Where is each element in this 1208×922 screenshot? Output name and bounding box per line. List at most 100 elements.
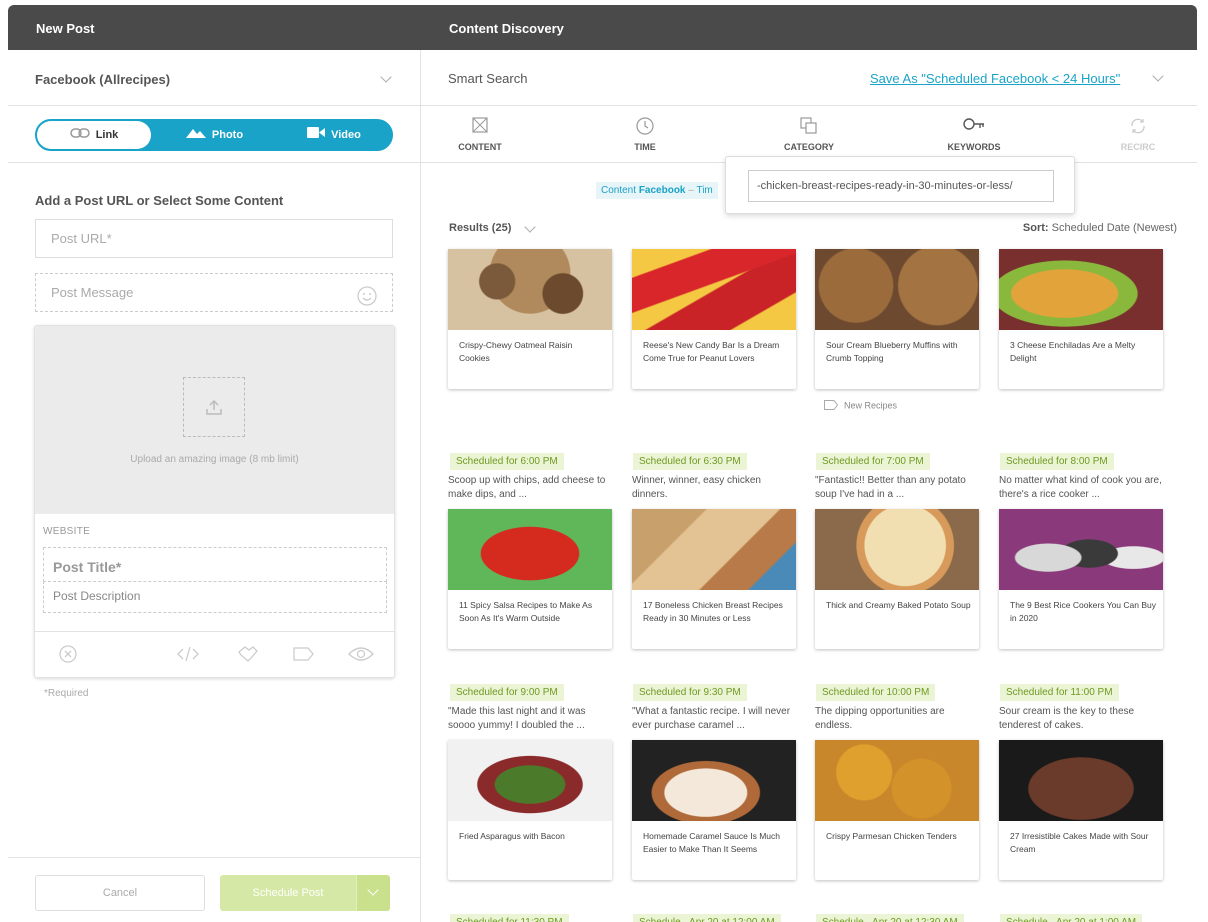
post-title-placeholder: Post Title*	[53, 559, 122, 575]
clock-icon	[605, 117, 685, 137]
emoji-icon[interactable]	[357, 283, 377, 321]
section-title: Add a Post URL or Select Some Content	[35, 193, 284, 208]
chevron-down-icon	[524, 221, 536, 233]
filter-content-label: CONTENT	[458, 142, 502, 152]
chip-time-label: Tim	[696, 185, 713, 196]
filter-time-label: TIME	[634, 142, 656, 152]
category-tag-label: New Recipes	[844, 400, 898, 411]
category-icon	[769, 117, 849, 137]
photo-label: Photo	[211, 129, 244, 141]
post-message-placeholder: Post Message	[51, 285, 134, 300]
post-message-preview: "What a fantastic recipe. I will never e…	[632, 706, 791, 731]
filter-category-label: CATEGORY	[783, 142, 834, 152]
content-tile[interactable]: 3 Cheese Enchiladas Are a Melty Delight	[999, 249, 1163, 389]
required-note: *Required	[44, 688, 89, 699]
link-option[interactable]: Link	[37, 121, 151, 149]
content-tile[interactable]: Reese's New Candy Bar Is a Dream Come Tr…	[632, 249, 796, 389]
filter-content[interactable]: CONTENT	[440, 117, 520, 152]
post-message-input[interactable]: Post Message	[35, 273, 393, 312]
salsa-image	[448, 509, 612, 590]
chip-content-label: Content	[601, 185, 637, 196]
content-tile[interactable]: Crispy-Chewy Oatmeal Raisin Cookies	[448, 249, 612, 389]
link-icon	[69, 121, 90, 149]
preview-toolbar	[35, 631, 394, 678]
discovery-header: Smart Search Save As "Scheduled Facebook…	[421, 50, 1197, 106]
content-tile[interactable]: 17 Boneless Chicken Breast Recipes Ready…	[632, 509, 796, 649]
scheduled-time-badge: Scheduled for 9:30 PM	[633, 684, 747, 701]
enchiladas-image	[999, 249, 1163, 330]
content-tile[interactable]: 27 Irresistible Cakes Made with Sour Cre…	[999, 740, 1163, 880]
content-tile[interactable]: Sour Cream Blueberry Muffins with Crumb …	[815, 249, 979, 389]
sort-label: Sort:	[1022, 222, 1049, 234]
upload-icon	[205, 398, 223, 421]
link-label: Link	[95, 129, 119, 141]
tile-title: Crispy-Chewy Oatmeal Raisin Cookies	[459, 340, 573, 363]
scheduled-time-badge: Scheduled for 8:00 PM	[1000, 453, 1114, 470]
post-message-preview: "Made this last night and it was soooo y…	[448, 706, 586, 731]
handshake-icon[interactable]	[237, 645, 259, 668]
chevron-down-icon[interactable]	[380, 71, 392, 83]
image-upload-area[interactable]: Upload an amazing image (8 mb limit)	[35, 326, 394, 514]
top-bar: New Post Content Discovery	[8, 5, 1197, 50]
photo-option[interactable]: Photo	[157, 121, 272, 149]
tag-icon[interactable]	[293, 645, 315, 668]
post-type-bar: Link Photo Video	[8, 106, 420, 163]
tile-title: Reese's New Candy Bar Is a Dream Come Tr…	[643, 340, 780, 363]
post-message-preview: Winner, winner, easy chicken dinners.	[632, 475, 761, 500]
upload-box[interactable]	[183, 377, 245, 437]
results-dropdown[interactable]: Results (25)	[449, 221, 536, 234]
keyword-input[interactable]: -chicken-breast-recipes-ready-in-30-minu…	[748, 170, 1054, 202]
chevron-down-icon[interactable]	[1152, 70, 1164, 82]
rice-cookers-image	[999, 509, 1163, 590]
filter-time[interactable]: TIME	[605, 117, 685, 152]
account-name: Facebook (Allrecipes)	[35, 72, 171, 87]
filter-category[interactable]: CATEGORY	[769, 117, 849, 152]
content-tile[interactable]: Crispy Parmesan Chicken Tenders	[815, 740, 979, 880]
filter-recirc[interactable]: RECIRC	[1098, 117, 1178, 152]
filter-recirc-label: RECIRC	[1120, 142, 1156, 152]
account-selector[interactable]: Facebook (Allrecipes)	[8, 50, 420, 106]
post-title-input[interactable]: Post Title*	[43, 547, 387, 582]
cancel-button[interactable]: Cancel	[35, 875, 205, 911]
tile-title: 17 Boneless Chicken Breast Recipes Ready…	[643, 600, 783, 623]
content-tile[interactable]: 11 Spicy Salsa Recipes to Make As Soon A…	[448, 509, 612, 649]
scheduled-time-badge: Scheduled for 11:00 PM	[1000, 684, 1119, 701]
scheduled-time-badge: Scheduled for 11:30 PM	[450, 914, 569, 922]
post-url-placeholder: Post URL*	[51, 231, 112, 246]
scheduled-time-badge: Scheduled for 6:00 PM	[450, 453, 564, 470]
code-icon[interactable]	[177, 645, 199, 668]
post-url-input[interactable]: Post URL*	[35, 219, 393, 258]
chicken-tenders-image	[815, 740, 979, 821]
filter-keywords[interactable]: KEYWORDS	[934, 117, 1014, 152]
post-footer: Cancel Schedule Post	[8, 857, 420, 922]
content-tile[interactable]: Thick and Creamy Baked Potato Soup	[815, 509, 979, 649]
key-icon	[934, 117, 1014, 137]
schedule-post-button[interactable]: Schedule Post	[220, 875, 356, 911]
video-option[interactable]: Video	[277, 121, 391, 149]
sort-control[interactable]: Sort: Scheduled Date (Newest)	[1023, 222, 1177, 234]
recirc-icon	[1098, 117, 1178, 137]
eye-icon[interactable]	[348, 645, 374, 668]
content-tile[interactable]: Fried Asparagus with Bacon	[448, 740, 612, 880]
new-post-title: New Post	[36, 21, 95, 36]
remove-icon[interactable]	[59, 645, 77, 668]
upload-hint: Upload an amazing image (8 mb limit)	[130, 454, 299, 465]
scheduled-time-badge: Scheduled for 10:00 PM	[816, 684, 936, 701]
tile-title: Homemade Caramel Sauce Is Much Easier to…	[643, 831, 781, 854]
post-message-preview: The dipping opportunities are endless.	[815, 706, 945, 731]
active-filter-chip[interactable]: Content Facebook – Tim	[596, 182, 718, 199]
save-search-link[interactable]: Save As "Scheduled Facebook < 24 Hours"	[870, 71, 1120, 86]
app-window: New Post Content Discovery Facebook (All…	[8, 5, 1197, 922]
content-tile[interactable]: The 9 Best Rice Cookers You Can Buy in 2…	[999, 509, 1163, 649]
post-message-preview: Sour cream is the key to these tenderest…	[999, 706, 1135, 731]
post-description-input[interactable]: Post Description	[43, 581, 387, 613]
content-tile[interactable]: Homemade Caramel Sauce Is Much Easier to…	[632, 740, 796, 880]
candy-bar-image	[632, 249, 796, 330]
tag-icon	[824, 400, 839, 412]
scheduled-time-badge: Scheduled for 7:00 PM	[816, 453, 930, 470]
schedule-dropdown-button[interactable]	[356, 875, 390, 911]
post-type-toggle: Link Photo Video	[35, 119, 393, 151]
tile-title: Crispy Parmesan Chicken Tenders	[826, 831, 957, 841]
chip-separator: –	[688, 185, 694, 196]
content-icon	[440, 117, 520, 137]
